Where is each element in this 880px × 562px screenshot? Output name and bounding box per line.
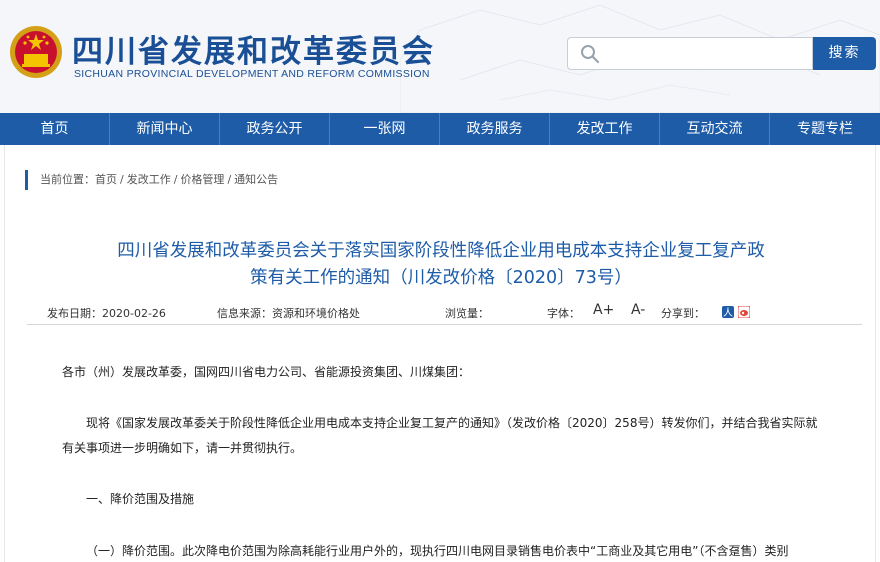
national-emblem-icon	[10, 26, 62, 78]
breadcrumb-separator: /	[120, 173, 124, 186]
section-heading: 一、降价范围及措施	[86, 492, 195, 506]
share-weibo-icon[interactable]	[738, 306, 750, 321]
view-count: 浏览量：	[445, 307, 489, 320]
main-nav: 首页 新闻中心 政务公开 一张网 政务服务 发改工作 互动交流 专题专栏	[0, 113, 880, 145]
article-title: 四川省发展和改革委员会关于落实国家阶段性降低企业用电成本支持企业复工复产政 策有…	[45, 238, 837, 292]
breadcrumb-item-price-management[interactable]: 价格管理	[180, 173, 224, 186]
nav-item-gov-services[interactable]: 政务服务	[440, 113, 550, 145]
breadcrumb-item-reform-work[interactable]: 发改工作	[127, 173, 171, 186]
nav-item-reform-work[interactable]: 发改工作	[550, 113, 660, 145]
article-paragraph: （一）降价范围。此次降电价范围为除高耗能行业用户外的，现执行四川电网目录销售电价…	[86, 544, 789, 558]
nav-item-news[interactable]: 新闻中心	[110, 113, 220, 145]
article-container: 当前位置：首页 / 发改工作 / 价格管理 / 通知公告 四川省发展和改革委员会关于落实国家…	[4, 145, 876, 562]
search-button[interactable]: 搜索	[813, 37, 876, 70]
breadcrumb: 当前位置：首页 / 发改工作 / 价格管理 / 通知公告	[25, 170, 278, 190]
share-renren-icon[interactable]: 人	[722, 306, 734, 321]
site-title-english: SICHUAN PROVINCIAL DEVELOPMENT AND REFOR…	[74, 68, 430, 80]
font-decrease-button[interactable]: A-	[631, 302, 645, 318]
article-paragraph: 有关事项进一步明确如下，请一并贯彻执行。	[62, 441, 303, 455]
nav-item-home[interactable]: 首页	[0, 113, 110, 145]
article-title-line: 四川省发展和改革委员会关于落实国家阶段性降低企业用电成本支持企业复工复产政	[117, 241, 765, 261]
nav-item-special-topics[interactable]: 专题专栏	[770, 113, 880, 145]
breadcrumb-item-notices[interactable]: 通知公告	[234, 173, 278, 186]
site-header: 四川省发展和改革委员会 SICHUAN PROVINCIAL DEVELOPME…	[0, 0, 880, 113]
nav-item-gov-affairs-public[interactable]: 政务公开	[220, 113, 330, 145]
article-meta: 发布日期：2020-02-26 信息来源：资源和环境价格处 浏览量： 字体： A…	[27, 301, 862, 325]
search-input[interactable]	[567, 37, 813, 70]
info-source: 信息来源：资源和环境价格处	[217, 307, 360, 320]
share-label: 分享到：	[661, 307, 705, 320]
article-paragraph: 现将《国家发展改革委关于阶段性降低企业用电成本支持企业复工复产的通知》（发改价格…	[86, 416, 818, 430]
article-title-line: 策有关工作的通知（川发改价格〔2020〕73号）	[250, 268, 632, 288]
article-paragraph: 各市（州）发展改革委，国网四川省电力公司、省能源投资集团、川煤集团：	[62, 365, 471, 379]
breadcrumb-separator: /	[227, 173, 232, 186]
site-title[interactable]: 四川省发展和改革委员会	[72, 26, 435, 71]
nav-item-one-network[interactable]: 一张网	[330, 113, 440, 145]
font-increase-button[interactable]: A+	[593, 302, 614, 318]
publish-date: 发布日期：2020-02-26	[47, 307, 166, 320]
breadcrumb-prefix: 当前位置：	[40, 173, 95, 186]
svg-text:人: 人	[723, 307, 733, 318]
breadcrumb-item-home[interactable]: 首页	[95, 173, 117, 186]
breadcrumb-separator: /	[173, 173, 178, 186]
search-icon	[581, 45, 600, 64]
font-size-label: 字体：	[547, 307, 580, 320]
nav-item-interaction[interactable]: 互动交流	[660, 113, 770, 145]
